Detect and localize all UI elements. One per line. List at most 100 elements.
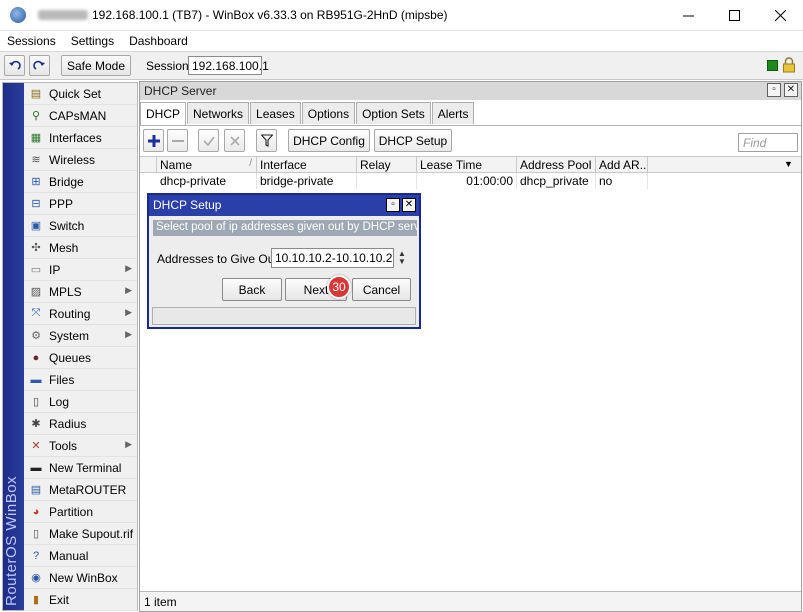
sidebar-item-partition[interactable]: ◕ Partition — [24, 501, 137, 523]
sidebar-item-ip[interactable]: ▭ IP ▶ — [24, 259, 137, 281]
redo-button[interactable] — [29, 55, 50, 76]
sidebar-item-metarouter[interactable]: ▤ MetaROUTER — [24, 479, 137, 501]
sidebar-item-switch[interactable]: ▣ Switch — [24, 215, 137, 237]
close-icon — [774, 10, 786, 21]
sidebar-item-mesh[interactable]: ✣ Mesh — [24, 237, 137, 259]
sidebar-item-label: Partition — [49, 504, 94, 519]
minimize-button[interactable] — [665, 0, 711, 31]
tab-option-sets[interactable]: Option Sets — [356, 102, 431, 124]
mesh-icon: ✣ — [31, 242, 41, 254]
cancel-button[interactable]: Cancel — [352, 278, 411, 301]
column-interface[interactable]: Interface — [257, 157, 357, 172]
sidebar-item-new-terminal[interactable]: ▬ New Terminal — [24, 457, 137, 479]
sidebar-item-label: Tools — [49, 438, 78, 453]
menu-bar: Sessions Settings Dashboard — [0, 31, 803, 51]
dhcp-setup-button[interactable]: DHCP Setup — [374, 129, 452, 152]
filter-button[interactable] — [256, 129, 277, 152]
sidebar-item-system[interactable]: ⚙ System ▶ — [24, 325, 137, 347]
sidebar-item-routing[interactable]: ⤧ Routing ▶ — [24, 303, 137, 325]
sidebar-item-label: Quick Set — [49, 86, 102, 101]
tab-dhcp[interactable]: DHCP — [140, 102, 187, 126]
table-row[interactable]: dhcp-private bridge-private 01:00:00 dhc… — [140, 173, 801, 189]
close-window-button[interactable]: ✕ — [784, 83, 798, 97]
sidebar-item-capsman[interactable]: ⚲ CAPsMAN — [24, 105, 137, 127]
close-button[interactable] — [757, 0, 803, 31]
plus-icon — [147, 134, 160, 147]
dialog-restore-button[interactable]: ▫ — [386, 198, 400, 212]
tab-alerts[interactable]: Alerts — [431, 102, 475, 124]
sidebar-item-label: Radius — [49, 416, 87, 431]
ppp-icon: ⊟ — [31, 198, 41, 210]
column-relay[interactable]: Relay — [357, 157, 417, 172]
sidebar-item-label: Log — [49, 394, 70, 409]
restore-window-button[interactable]: ▫ — [767, 83, 781, 97]
safe-mode-button[interactable]: Safe Mode — [61, 55, 131, 76]
dialog-close-button[interactable]: ✕ — [402, 198, 416, 212]
sidebar-item-wireless[interactable]: ≋ Wireless — [24, 149, 137, 171]
sidebar: RouterOS WinBox ▤ Quick Set ⚲ CAPsMAN ▦ Inter… — [2, 82, 138, 611]
column-add-arp[interactable]: Add AR... — [596, 157, 648, 172]
disable-button[interactable] — [224, 129, 245, 152]
row-marker-header — [140, 157, 157, 172]
step-badge: 30 — [327, 275, 351, 299]
sidebar-item-make-supout-rif[interactable]: ▯ Make Supout.rif — [24, 523, 137, 545]
system-icon: ⚙ — [31, 330, 41, 342]
back-button[interactable]: Back — [222, 278, 282, 301]
sidebar-item-radius[interactable]: ✱ Radius — [24, 413, 137, 435]
remove-button[interactable] — [167, 129, 188, 152]
sidebar-item-label: MPLS — [49, 284, 82, 299]
sidebar-item-interfaces[interactable]: ▦ Interfaces — [24, 127, 137, 149]
files-icon: ▬ — [30, 373, 42, 386]
sidebar-item-manual[interactable]: ? Manual — [24, 545, 137, 567]
cell-address-pool: dhcp_private — [517, 173, 596, 189]
sidebar-item-files[interactable]: ▬ Files — [24, 369, 137, 391]
tab-options[interactable]: Options — [301, 102, 356, 124]
sidebar-item-new-winbox[interactable]: ◉ New WinBox — [24, 567, 137, 589]
sidebar-item-queues[interactable]: ● Queues — [24, 347, 137, 369]
tab-leases[interactable]: Leases — [250, 102, 301, 124]
cross-icon — [229, 135, 240, 146]
sidebar-item-label: Bridge — [49, 174, 84, 189]
menu-settings[interactable]: Settings — [64, 34, 122, 48]
redacted-identity — [38, 10, 88, 20]
sidebar-item-mpls[interactable]: ▨ MPLS ▶ — [24, 281, 137, 303]
column-lease-time[interactable]: Lease Time — [417, 157, 517, 172]
maximize-icon — [728, 10, 740, 21]
dhcp-setup-dialog: DHCP Setup ▫ ✕ Select pool of ip address… — [147, 193, 421, 329]
menu-sessions[interactable]: Sessions — [0, 34, 64, 48]
add-button[interactable] — [143, 129, 164, 152]
column-name[interactable]: Name / — [157, 157, 257, 172]
sidebar-item-label: Exit — [49, 592, 70, 607]
sidebar-item-ppp[interactable]: ⊟ PPP — [24, 193, 137, 215]
tab-networks[interactable]: Networks — [187, 102, 250, 124]
maximize-button[interactable] — [711, 0, 757, 31]
column-address-pool[interactable]: Address Pool — [517, 157, 596, 172]
setup-status-bar — [152, 307, 416, 325]
sidebar-item-label: IP — [49, 262, 61, 277]
ip-icon: ▭ — [30, 264, 42, 276]
metarouter-icon: ▤ — [30, 484, 42, 496]
columns-dropdown-icon[interactable]: ▼ — [784, 159, 793, 169]
sidebar-item-quick-set[interactable]: ▤ Quick Set — [24, 83, 137, 105]
switch-icon: ▣ — [30, 220, 42, 232]
tools-icon: ✕ — [31, 440, 41, 452]
radius-icon: ✱ — [31, 418, 41, 430]
sidebar-item-log[interactable]: ▯ Log — [24, 391, 137, 413]
title-bar: 192.168.100.1 (TB7) - WinBox v6.33.3 on … — [0, 0, 803, 31]
dhcp-config-button[interactable]: DHCP Config — [288, 129, 370, 152]
mpls-icon: ▨ — [30, 286, 42, 298]
minimize-icon — [682, 15, 694, 17]
undo-button[interactable] — [4, 55, 25, 76]
queues-icon: ● — [32, 351, 40, 364]
session-field[interactable]: 192.168.100.1 — [188, 56, 269, 75]
menu-dashboard[interactable]: Dashboard — [122, 34, 196, 48]
find-input[interactable]: Find — [738, 133, 798, 152]
brand-strip: RouterOS WinBox — [3, 83, 24, 610]
spinner-icon[interactable]: ▲ ▼ — [398, 250, 406, 266]
filter-icon — [260, 134, 273, 147]
addresses-input[interactable]: 10.10.10.2-10.10.10.254 — [271, 248, 394, 268]
enable-button[interactable] — [198, 129, 219, 152]
sidebar-item-bridge[interactable]: ⊞ Bridge — [24, 171, 137, 193]
sidebar-item-tools[interactable]: ✕ Tools ▶ — [24, 435, 137, 457]
sidebar-item-exit[interactable]: ▮ Exit — [24, 589, 137, 611]
